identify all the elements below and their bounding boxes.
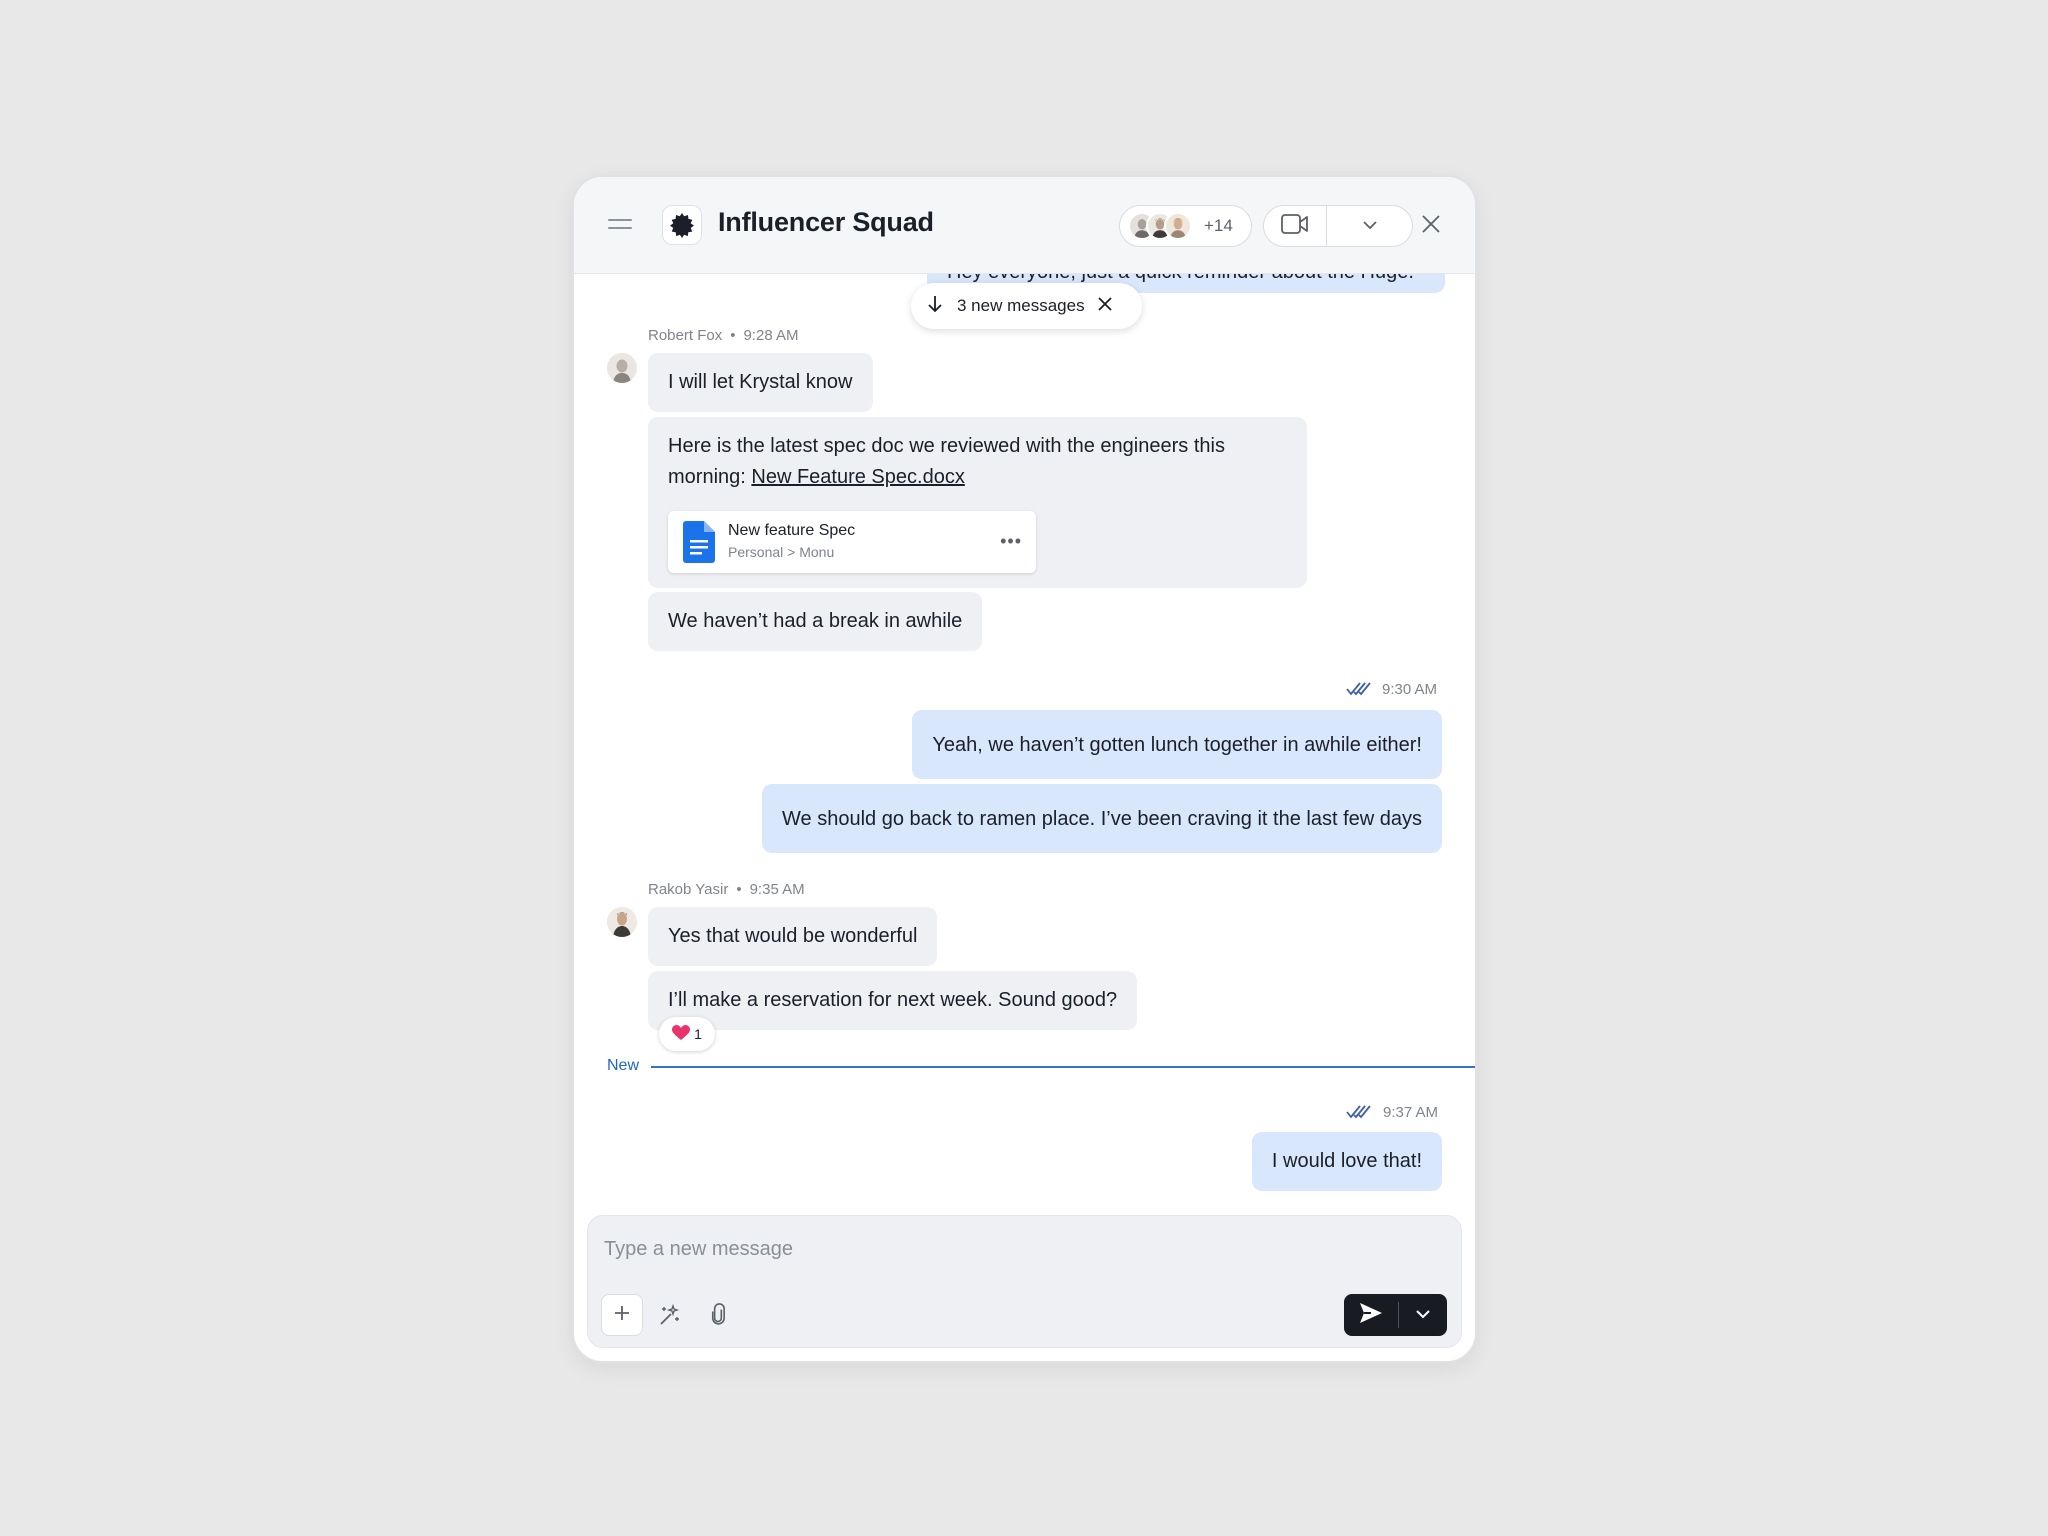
message-bubble-outgoing[interactable]: We should go back to ramen place. I’ve b…: [762, 784, 1442, 853]
arrow-down-icon: [927, 295, 943, 318]
avatar[interactable]: [607, 907, 637, 937]
message-bubble-outgoing[interactable]: Yeah, we haven’t gotten lunch together i…: [912, 710, 1442, 779]
message-bubble[interactable]: We haven’t had a break in awhile: [648, 592, 983, 651]
avatar[interactable]: [607, 353, 637, 383]
message-list[interactable]: Hey everyone, just a quick reminder abou…: [574, 177, 1475, 1361]
sender-meta: Rakob Yasir • 9:35 AM: [648, 881, 805, 898]
menu-icon[interactable]: [608, 219, 632, 233]
double-check-icon: [1346, 1103, 1372, 1124]
message-bubble-outgoing[interactable]: I would love that!: [1251, 1132, 1442, 1191]
send-options-dropdown[interactable]: [1399, 1294, 1447, 1336]
message-time: 9:37 AM: [1383, 1104, 1439, 1121]
message-bubble[interactable]: I will let Krystal know: [648, 353, 873, 412]
heart-icon: [672, 1024, 691, 1044]
send-button[interactable]: [1344, 1294, 1398, 1336]
avatar: [1164, 212, 1192, 240]
double-check-icon: [1346, 680, 1372, 701]
sender-name: Robert Fox: [648, 327, 723, 344]
participants-count: +14: [1204, 216, 1233, 235]
message-text: We haven’t had a break in awhile: [668, 610, 963, 632]
separator-dot: •: [736, 881, 742, 898]
more-options-icon[interactable]: •••: [1000, 532, 1022, 550]
send-icon: [1359, 1302, 1383, 1329]
video-call-icon: [1281, 213, 1309, 239]
new-messages-pill[interactable]: 3 new messages: [911, 283, 1142, 329]
message-time: 9:35 AM: [749, 881, 805, 898]
message-text: Yeah, we haven’t gotten lunch together i…: [932, 734, 1422, 756]
message-time: 9:30 AM: [1382, 681, 1438, 698]
message-input[interactable]: Type a new message: [604, 1238, 793, 1261]
close-button[interactable]: [1414, 209, 1448, 243]
plus-icon: [614, 1305, 630, 1326]
message-bubble[interactable]: I’ll make a reservation for next week. S…: [648, 971, 1138, 1030]
sender-name: Rakob Yasir: [648, 881, 729, 898]
message-text: I will let Krystal know: [668, 371, 853, 393]
file-path: Personal > Monu: [728, 544, 835, 560]
chat-window: Hey everyone, just a quick reminder abou…: [572, 175, 1477, 1363]
chevron-down-icon: [1362, 217, 1377, 235]
new-messages-label: 3 new messages: [957, 296, 1085, 315]
paperclip-icon[interactable]: [708, 1303, 730, 1332]
message-bubble[interactable]: Here is the latest spec doc we reviewed …: [648, 417, 1307, 588]
add-button[interactable]: [601, 1294, 643, 1336]
close-icon: [1421, 214, 1441, 239]
call-controls: [1263, 205, 1413, 247]
send-controls: [1344, 1294, 1447, 1336]
message-time: 9:28 AM: [743, 327, 799, 344]
message-text: Yes that would be wonderful: [668, 925, 918, 947]
reaction-count: 1: [694, 1026, 702, 1042]
message-text: We should go back to ramen place. I’ve b…: [782, 808, 1422, 830]
separator-dot: •: [730, 327, 736, 344]
reaction-badge[interactable]: 1: [659, 1017, 715, 1051]
new-messages-divider: [651, 1066, 1475, 1068]
chat-header: Influencer Squad +14: [574, 177, 1475, 274]
file-attachment-card[interactable]: New feature Spec Personal > Monu •••: [668, 511, 1036, 573]
file-name: New feature Spec: [728, 522, 856, 539]
message-bubble[interactable]: Yes that would be wonderful: [648, 907, 938, 966]
call-options-dropdown[interactable]: [1327, 206, 1412, 246]
file-link[interactable]: New Feature Spec.docx: [751, 466, 964, 488]
participants-button[interactable]: +14: [1119, 205, 1252, 247]
message-composer[interactable]: Type a new message: [587, 1215, 1462, 1348]
sender-meta: Robert Fox • 9:28 AM: [648, 327, 799, 344]
video-call-button[interactable]: [1264, 206, 1326, 246]
google-doc-icon: [683, 521, 715, 573]
message-text: I would love that!: [1271, 1150, 1422, 1172]
chat-title: Influencer Squad: [718, 207, 934, 237]
magic-wand-icon[interactable]: [658, 1303, 682, 1332]
chevron-down-icon: [1416, 1306, 1430, 1324]
close-icon[interactable]: [1097, 296, 1113, 317]
badge-icon: [662, 205, 702, 245]
message-text: I’ll make a reservation for next week. S…: [668, 989, 1118, 1011]
new-messages-divider-label: New: [607, 1057, 640, 1074]
